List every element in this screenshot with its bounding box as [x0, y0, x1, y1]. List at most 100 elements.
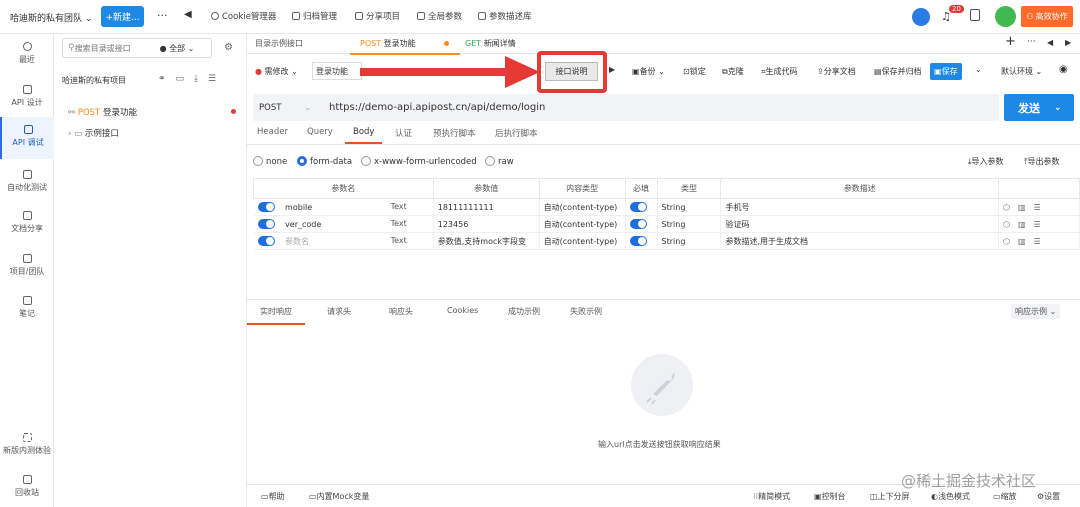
type-cell[interactable]: String — [657, 232, 722, 250]
env-select[interactable]: 默认环境 ⌄ — [1001, 66, 1042, 77]
status-select[interactable]: ● 需修改 ⌄ — [255, 66, 298, 77]
save-archive-button[interactable]: ▤保存并归档 — [874, 66, 922, 77]
console-button[interactable]: ▣控制台 — [814, 491, 846, 502]
filter-select[interactable]: ● 全部 ⌄ — [160, 43, 195, 54]
more-icon[interactable]: ··· — [157, 9, 168, 22]
tab-news-detail[interactable]: GET 新闻详情 — [465, 38, 516, 49]
enable-toggle[interactable] — [257, 235, 275, 246]
tab-auth[interactable]: 认证 — [395, 127, 412, 139]
sidebar-item-trash[interactable]: 回收站 — [0, 475, 54, 498]
search-input[interactable] — [74, 43, 160, 53]
tree-folder-examples[interactable]: › ▭ 示例接口 — [68, 127, 119, 139]
desc-cell[interactable]: 验证码 — [720, 215, 999, 233]
required-toggle[interactable] — [629, 236, 647, 246]
tab-header[interactable]: Header — [257, 127, 288, 137]
tab-fail-example[interactable]: 失败示例 — [570, 306, 602, 317]
sidebar-item-recent[interactable]: 最近 — [0, 42, 54, 65]
sync-icon[interactable] — [912, 8, 930, 26]
type-cell[interactable]: String — [657, 198, 722, 216]
enable-toggle[interactable] — [257, 219, 275, 229]
tab-prev-icon[interactable]: ◀ — [1047, 38, 1053, 47]
archive-manager-tab[interactable]: 归档管理 — [292, 10, 337, 22]
save-dropdown-icon[interactable]: ⌄ — [975, 65, 982, 74]
sidebar-item-project-team[interactable]: 项目/团队 — [0, 254, 54, 277]
new-button[interactable]: +新建... — [101, 6, 144, 27]
tree-actions-icons[interactable]: ⚭▭⤓☰ — [158, 74, 226, 84]
content-type-cell[interactable]: 自动(content-type) — [539, 232, 626, 250]
tab-post-script[interactable]: 后执行脚本 — [495, 127, 538, 139]
add-tab-icon[interactable]: + — [1005, 34, 1016, 49]
url-input[interactable]: https://demo-api.apipost.cn/api/demo/log… — [329, 102, 545, 113]
export-params-button[interactable]: ⤒导出参数 — [1024, 156, 1060, 167]
settings-icon[interactable]: ⚙ — [224, 42, 233, 53]
eye-icon[interactable]: ◉ — [1059, 64, 1068, 75]
param-name-cell[interactable]: mobile Text — [253, 198, 434, 216]
row-actions-icons[interactable]: ⬡▥☰ — [998, 232, 1080, 250]
method-select[interactable]: POST ⌄ — [259, 103, 329, 113]
send-button[interactable]: 发送 ⌄ — [1004, 94, 1074, 121]
radio-form-data[interactable]: form-data — [297, 156, 352, 167]
import-params-button[interactable]: ⤓导入参数 — [968, 156, 1004, 167]
required-cell[interactable] — [625, 215, 658, 233]
run-icon[interactable]: ▶ — [609, 65, 615, 74]
radio-none[interactable]: none — [253, 156, 287, 167]
sidebar-item-api-design[interactable]: API 设计 — [0, 85, 54, 108]
tab-success-example[interactable]: 成功示例 — [508, 306, 540, 317]
api-doc-button[interactable]: 接口说明 — [545, 62, 598, 81]
param-value-cell[interactable]: 123456 — [433, 215, 540, 233]
sidebar-item-api-debug[interactable]: API 调试 — [0, 117, 54, 159]
split-mode-button[interactable]: ◫上下分屏 — [870, 491, 910, 502]
required-toggle[interactable] — [629, 219, 647, 229]
zoom-button[interactable]: ▭缩放 — [993, 491, 1017, 502]
gen-code-button[interactable]: ⌗生成代码 — [761, 66, 798, 77]
sidebar-item-doc-share[interactable]: 文档分享 — [0, 211, 54, 234]
light-mode-button[interactable]: ◐浅色模式 — [931, 491, 970, 502]
content-type-cell[interactable]: 自动(content-type) — [539, 198, 626, 216]
global-params-tab[interactable]: 全局参数 — [417, 10, 462, 22]
param-name-cell[interactable]: ver_code Text — [253, 215, 434, 233]
notes-icon[interactable] — [970, 9, 980, 21]
required-cell[interactable] — [625, 198, 658, 216]
content-type-cell[interactable]: 自动(content-type) — [539, 215, 626, 233]
radio-urlencoded[interactable]: x-www-form-urlencoded — [361, 156, 477, 167]
param-value-cell[interactable]: 参数值,支持mock字段变 — [433, 232, 540, 250]
desc-cell[interactable]: 手机号 — [720, 198, 999, 216]
radio-raw[interactable]: raw — [485, 156, 514, 167]
tab-query[interactable]: Query — [307, 127, 333, 137]
settings-button[interactable]: ⚙设置 — [1037, 491, 1060, 502]
required-toggle[interactable] — [629, 202, 647, 212]
avatar[interactable] — [995, 6, 1016, 27]
compact-mode-button[interactable]: ⁝⁝精简模式 — [753, 491, 790, 502]
tab-more-icon[interactable]: ··· — [1027, 37, 1036, 47]
required-cell[interactable] — [625, 232, 658, 250]
param-name-cell[interactable]: 参数名 Text — [253, 232, 434, 250]
param-value-cell[interactable]: 18111111111 — [433, 198, 540, 216]
tab-next-icon[interactable]: ▶ — [1065, 38, 1071, 47]
lock-button[interactable]: ⊡锁定 — [683, 66, 706, 77]
row-actions-icons[interactable]: ⬡▥☰ — [998, 215, 1080, 233]
team-switcher[interactable]: 哈迪斯的私有团队 ⌄ — [10, 11, 92, 24]
type-cell[interactable]: String — [657, 215, 722, 233]
mock-vars-button[interactable]: ▭内置Mock变量 — [309, 491, 369, 502]
tree-item-login[interactable]: ⚯ POST 登录功能 — [68, 106, 137, 118]
param-desc-lib-tab[interactable]: 参数描述库 — [478, 10, 532, 22]
tab-pre-script[interactable]: 预执行脚本 — [433, 127, 476, 139]
save-button[interactable]: ▣保存 — [930, 63, 962, 80]
sidebar-item-notes[interactable]: 笔记 — [0, 296, 54, 319]
share-project-tab[interactable]: 分享项目 — [355, 10, 400, 22]
sidebar-item-beta[interactable]: 新版内测体验 — [0, 433, 54, 456]
tab-folder-example[interactable]: 目录示例接口 — [255, 38, 303, 49]
clone-button[interactable]: ⧉克隆 — [722, 66, 744, 77]
tab-body[interactable]: Body — [345, 127, 383, 144]
enable-toggle[interactable] — [257, 202, 275, 212]
tab-cookies[interactable]: Cookies — [447, 306, 478, 315]
tab-response-headers[interactable]: 响应头 — [389, 306, 413, 317]
response-example-select[interactable]: 响应示例 ⌄ — [1011, 304, 1061, 319]
help-button[interactable]: ▭帮助 — [261, 491, 285, 502]
cookie-manager-tab[interactable]: Cookie管理器 — [211, 10, 276, 22]
backup-button[interactable]: ▣备份 ⌄ — [632, 66, 665, 77]
back-arrow-icon[interactable]: ◀ — [184, 9, 192, 20]
desc-cell[interactable]: 参数描述,用于生成文档 — [720, 232, 999, 250]
upgrade-button[interactable]: ⚇ 高效协作 — [1021, 6, 1073, 27]
share-doc-button[interactable]: ⇪分享文档 — [817, 66, 856, 77]
